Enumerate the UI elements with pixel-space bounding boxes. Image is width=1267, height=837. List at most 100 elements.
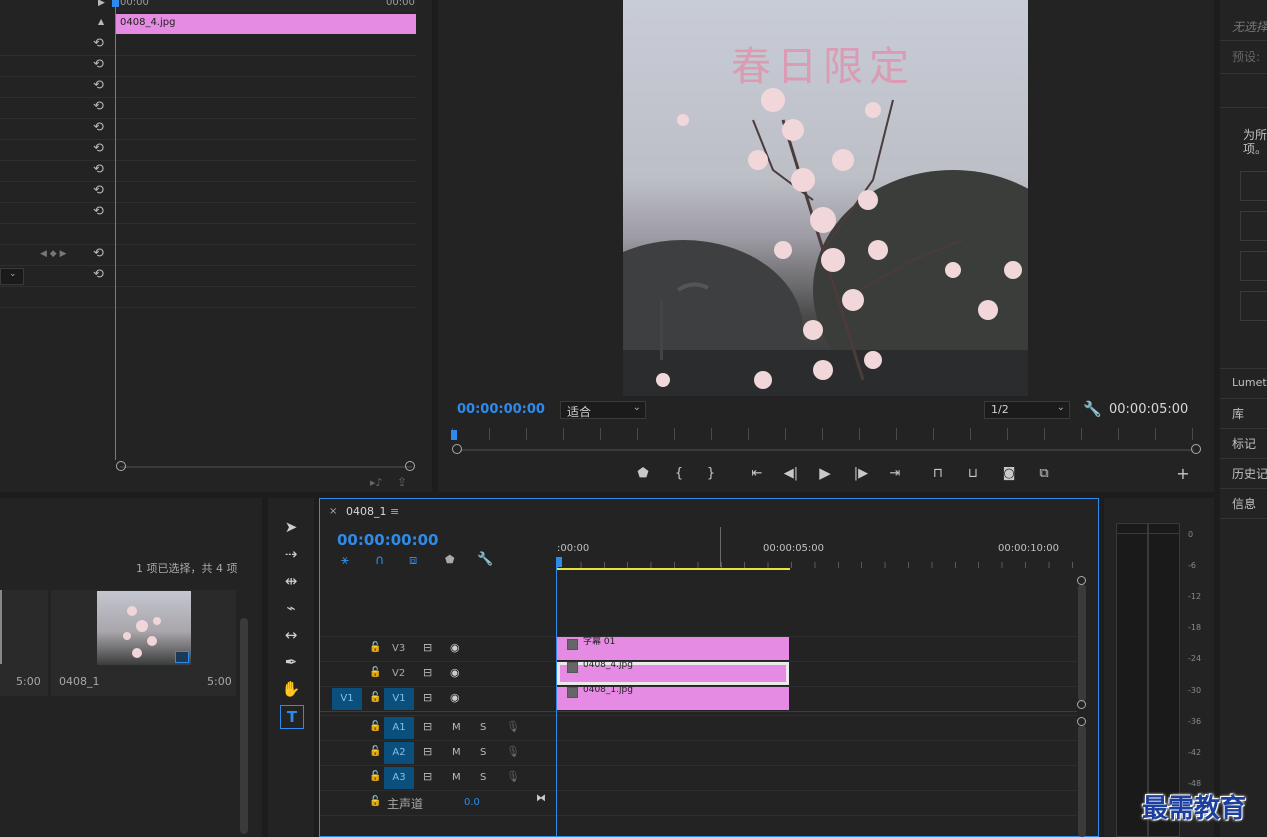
camera-icon[interactable]: ◙ [1000,466,1018,482]
reset-icon[interactable]: ⟲ [93,142,107,156]
hand-tool-icon[interactable]: ✋ [280,678,302,700]
mark-in-icon[interactable]: { [671,466,687,482]
mic-icon[interactable]: 🎙 [506,770,520,783]
mark-out-icon[interactable]: } [703,466,719,482]
go-to-end-icon[interactable]: ⧓ [536,793,546,804]
add-marker-icon[interactable]: ⬟ [445,553,455,566]
scroll-handle[interactable] [1077,576,1086,585]
tab-lumetri[interactable]: Lumetri [1232,376,1267,389]
resolution-dropdown[interactable]: 1/2 ⌄ [984,401,1070,419]
project-item[interactable]: 0408_1 5:00 [51,590,236,696]
export-icon[interactable]: ⇪ [397,475,407,489]
play-icon[interactable]: ▶ [816,465,834,481]
track-label-a3[interactable]: A3 [384,767,414,789]
reset-icon[interactable]: ⟲ [93,100,107,114]
eye-icon[interactable]: ◉ [450,691,460,704]
zoom-handle-left[interactable] [116,461,126,471]
reset-icon[interactable]: ⟲ [93,247,107,261]
snap-icon[interactable]: ∩ [375,553,385,568]
playhead-marker-icon[interactable] [112,0,119,7]
zoom-handle-right[interactable] [405,461,415,471]
source-patch-v1[interactable]: V1 [332,688,362,710]
wrench-icon[interactable]: 🔧 [1083,400,1102,418]
type-tool-icon[interactable]: T [280,705,304,729]
solo-button[interactable]: S [480,772,486,783]
sync-lock-icon[interactable]: ⊟ [423,770,432,783]
audio-only-icon[interactable]: ▸♪ [370,476,383,489]
solo-button[interactable]: S [480,722,486,733]
collapse-arrow-icon[interactable]: ▲ [98,17,104,26]
video-track-scrollbar[interactable] [1078,584,1086,702]
sync-lock-icon[interactable]: ⊟ [423,745,432,758]
play-triangle-icon[interactable]: ▶ [98,0,105,8]
timeline-clip-v1[interactable]: 0408_1.jpg [557,685,789,710]
extract-icon[interactable]: ⊔ [963,466,983,482]
nest-icon[interactable]: ⚹ [341,553,349,568]
track-select-tool-icon[interactable]: ⇢ [280,543,302,565]
mic-icon[interactable]: 🎙 [506,720,520,733]
reset-icon[interactable]: ⟲ [93,79,107,93]
add-button-icon[interactable]: + [1175,466,1191,482]
menu-icon[interactable]: ≡ [390,505,399,518]
lock-icon[interactable]: 🔓 [369,642,381,653]
tab-library[interactable]: 库 [1232,405,1244,422]
reset-icon[interactable]: ⟲ [93,163,107,177]
track-label-v1[interactable]: V1 [384,688,414,710]
track-label-v3[interactable]: V3 [392,643,405,654]
scroll-handle[interactable] [1077,700,1086,709]
project-scrollbar[interactable] [240,618,248,834]
timeline-current-time[interactable]: 00:00:00:00 [337,531,439,549]
go-to-in-icon[interactable]: ⇤ [748,466,766,482]
effect-zoom-bar[interactable] [120,466,412,468]
mute-button[interactable]: M [452,772,461,783]
mute-button[interactable]: M [452,722,461,733]
track-label-v2[interactable]: V2 [392,668,405,679]
program-current-time[interactable]: 00:00:00:00 [457,402,545,417]
wrench-icon[interactable]: 🔧 [477,552,493,567]
pen-tool-icon[interactable]: ✒ [280,651,302,673]
solo-button[interactable]: S [480,747,486,758]
track-label-a2[interactable]: A2 [384,742,414,764]
reset-icon[interactable]: ⟲ [93,184,107,198]
effect-clip-bar[interactable]: 0408_4.jpg [116,14,416,34]
program-zoom-handle-left[interactable] [452,444,462,454]
master-volume-value[interactable]: 0.0 [464,797,480,808]
program-ruler[interactable] [452,428,1202,440]
option-box[interactable] [1240,171,1267,201]
project-item[interactable]: 5:00 [0,590,48,696]
lift-icon[interactable]: ⊓ [928,466,948,482]
mute-button[interactable]: M [452,747,461,758]
effect-controls-playhead[interactable] [115,0,116,460]
reset-icon[interactable]: ⟲ [93,121,107,135]
eye-icon[interactable]: ◉ [450,641,460,654]
step-forward-icon[interactable]: |▶ [852,466,870,482]
reset-icon[interactable]: ⟲ [93,205,107,219]
lock-icon[interactable]: 🔓 [369,796,381,807]
slip-tool-icon[interactable]: ↔ [280,624,302,646]
keyframe-nav-icon[interactable]: ◀ ◆ ▶ [40,249,67,259]
eye-icon[interactable]: ◉ [450,666,460,679]
program-zoom-bar[interactable] [460,449,1194,451]
sync-lock-icon[interactable]: ⊟ [423,641,432,654]
sequence-tab[interactable]: 0408_1 [346,505,387,518]
selection-tool-icon[interactable]: ➤ [280,516,302,538]
tab-markers[interactable]: 标记 [1232,435,1256,452]
option-box[interactable] [1240,211,1267,241]
audio-track-scrollbar[interactable] [1078,725,1086,837]
scroll-handle[interactable] [1077,717,1086,726]
sync-lock-icon[interactable]: ⊟ [423,720,432,733]
option-box[interactable] [1240,291,1267,321]
tab-info[interactable]: 信息 [1232,495,1256,512]
option-box[interactable] [1240,251,1267,281]
mic-icon[interactable]: 🎙 [506,745,520,758]
lock-icon[interactable]: 🔓 [369,692,381,703]
sync-lock-icon[interactable]: ⊟ [423,691,432,704]
razor-tool-icon[interactable]: ⌁ [280,597,302,619]
sync-lock-icon[interactable]: ⊟ [423,666,432,679]
step-back-icon[interactable]: ◀| [782,466,800,482]
program-zoom-handle-right[interactable] [1191,444,1201,454]
blend-dropdown[interactable]: ⌄ [0,268,24,285]
track-label-a1[interactable]: A1 [384,717,414,739]
lock-icon[interactable]: 🔓 [369,771,381,782]
go-to-out-icon[interactable]: ⇥ [886,466,904,482]
